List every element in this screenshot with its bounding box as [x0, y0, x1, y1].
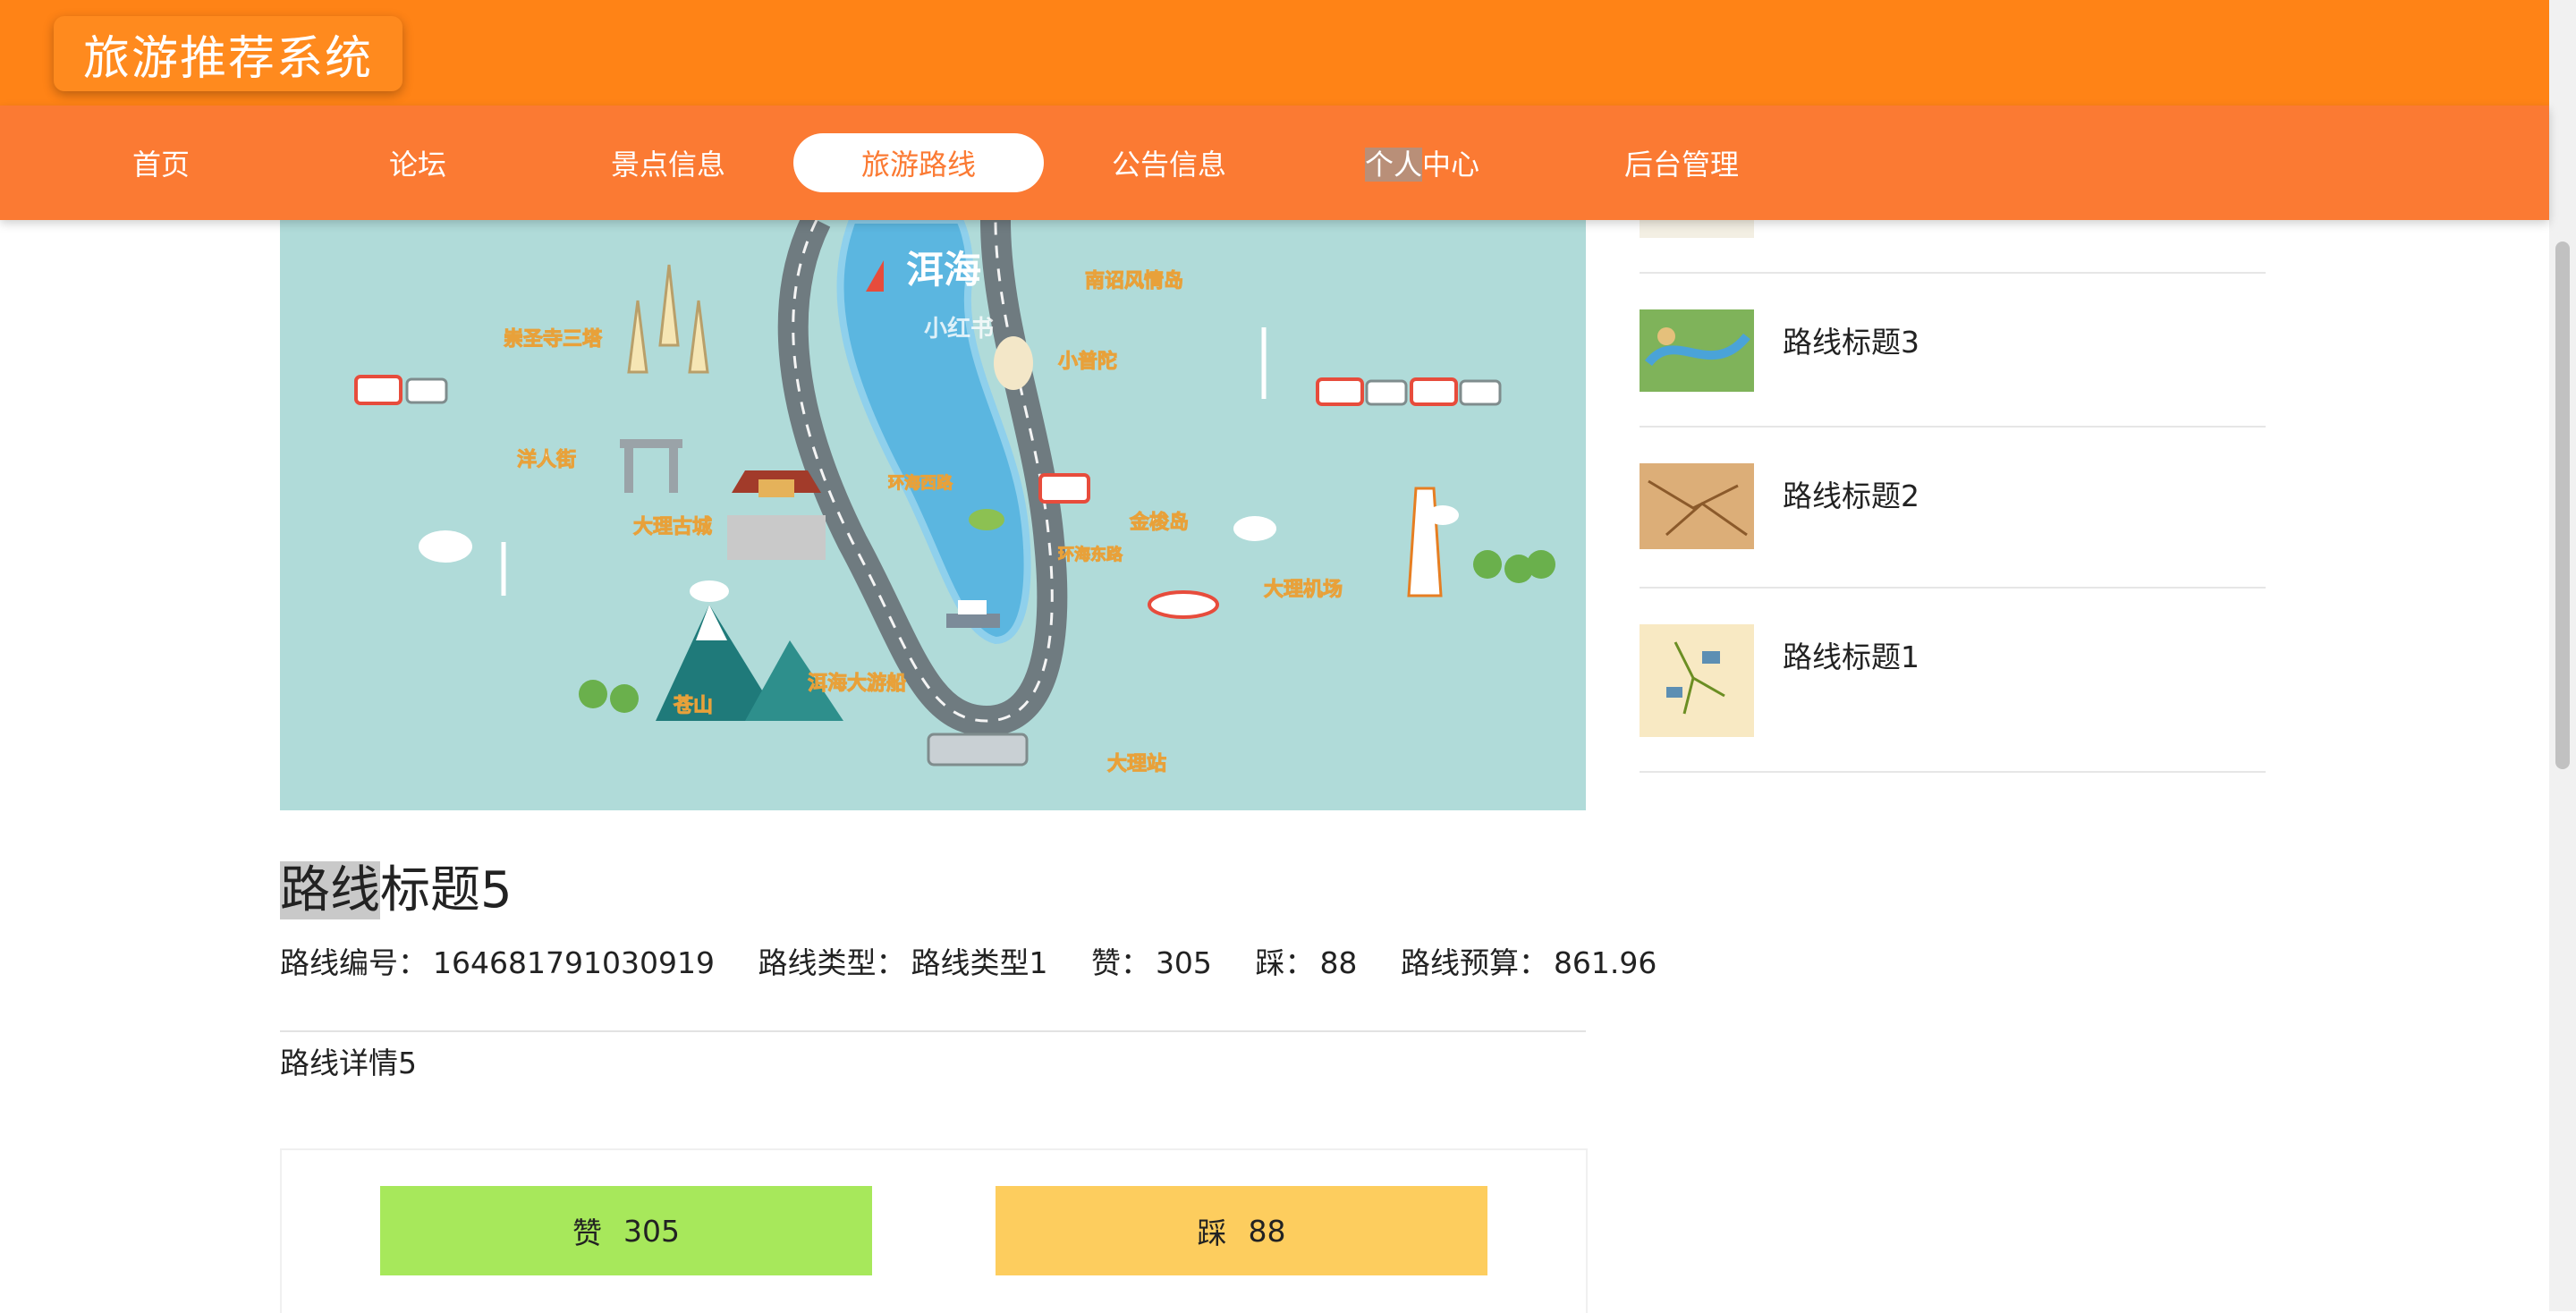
route-budget: 861.96: [1553, 945, 1657, 980]
map-place-label: 金梭岛: [1129, 511, 1189, 534]
route-detail-text: 路线详情5: [280, 1046, 417, 1080]
map-place-label: 大理站: [1107, 753, 1166, 775]
map-place-label: 崇圣寺三塔: [504, 328, 603, 351]
map-place-label: 小普陀: [1058, 350, 1117, 373]
nav-personal-center[interactable]: 个人中心: [1297, 133, 1547, 192]
dislike-button-label: 踩: [1197, 1216, 1227, 1250]
like-button-label: 赞: [572, 1216, 602, 1250]
map-place-label: 环海西路: [888, 473, 953, 493]
scrollbar-thumb[interactable]: [2555, 241, 2570, 769]
list-item-route-3[interactable]: 路线标题3: [1640, 274, 2266, 408]
route-number-label: 路线编号：: [280, 945, 428, 980]
like-button[interactable]: 赞 305: [380, 1186, 872, 1275]
map-place-label: 大理古城: [633, 515, 712, 538]
dislike-button-count: 88: [1248, 1213, 1286, 1249]
route-thumbnail-3: [1640, 309, 1754, 392]
map-watermark: 小红书: [924, 315, 994, 343]
list-item-label: 路线标题1: [1783, 640, 1919, 674]
route-title: 路线标题5: [280, 850, 513, 922]
route-thumbnail-1: [1640, 624, 1754, 737]
route-type-label: 路线类型：: [758, 945, 906, 980]
route-title-rest: 标题5: [380, 861, 513, 919]
list-item-label: 路线标题3: [1783, 325, 1919, 360]
route-budget-label: 路线预算：: [1400, 945, 1548, 980]
list-item-route-1[interactable]: 路线标题1: [1640, 589, 2266, 737]
page-scrollbar[interactable]: [2549, 0, 2576, 1311]
app-logo-title[interactable]: 旅游推荐系统: [54, 16, 402, 91]
map-place-label: 洋人街: [517, 448, 576, 471]
dislike-button[interactable]: 踩 88: [996, 1186, 1487, 1275]
map-place-label: 大理机场: [1264, 579, 1343, 601]
nav-attractions[interactable]: 景点信息: [543, 133, 793, 192]
route-type: 路线类型1: [911, 945, 1048, 980]
route-likes-label: 赞：: [1090, 945, 1150, 980]
list-item-route-2[interactable]: 路线标题2: [1640, 428, 2266, 562]
list-divider: [1640, 771, 2266, 773]
route-dislikes-label: 踩：: [1255, 945, 1315, 980]
route-title-highlight: 路线: [280, 861, 380, 919]
route-number: 164681791030919: [433, 945, 715, 980]
route-meta: 路线编号： 164681791030919 路线类型： 路线类型1 赞： 305 踩：…: [280, 939, 1662, 982]
route-thumbnail-2: [1640, 463, 1754, 549]
nav-routes[interactable]: 旅游路线: [793, 133, 1044, 192]
map-place-label: 南诏风情岛: [1085, 269, 1183, 292]
nav-admin[interactable]: 后台管理: [1556, 133, 1807, 192]
like-button-count: 305: [623, 1213, 680, 1249]
detail-divider: [280, 1030, 1586, 1032]
map-place-label: 洱海大游船: [808, 672, 906, 695]
route-thumbnail-partial[interactable]: [1640, 220, 1754, 238]
nav-home[interactable]: 首页: [36, 133, 286, 192]
top-header: 旅游推荐系统: [0, 0, 2549, 106]
map-place-label: 环海东路: [1058, 545, 1123, 564]
route-likes: 305: [1155, 945, 1212, 980]
nav-announcements[interactable]: 公告信息: [1044, 133, 1294, 192]
route-map-image: 洱海 小红书 南诏风情岛 崇圣寺三塔 小普陀 洋人街 大理古城 环海西路 环海东…: [280, 220, 1586, 810]
route-dislikes: 88: [1319, 945, 1358, 980]
vote-panel: 赞 305 踩 88: [280, 1148, 1588, 1313]
map-label-lake: 洱海: [906, 248, 981, 292]
nav-forum[interactable]: 论坛: [292, 133, 543, 192]
nav-personal-center-label: 个人中心: [1364, 148, 1480, 182]
main-nav: 首页 论坛 景点信息 旅游路线 公告信息 个人中心 后台管理: [0, 106, 2549, 220]
list-item-label: 路线标题2: [1783, 479, 1919, 513]
map-place-label: 苍山: [673, 695, 713, 717]
